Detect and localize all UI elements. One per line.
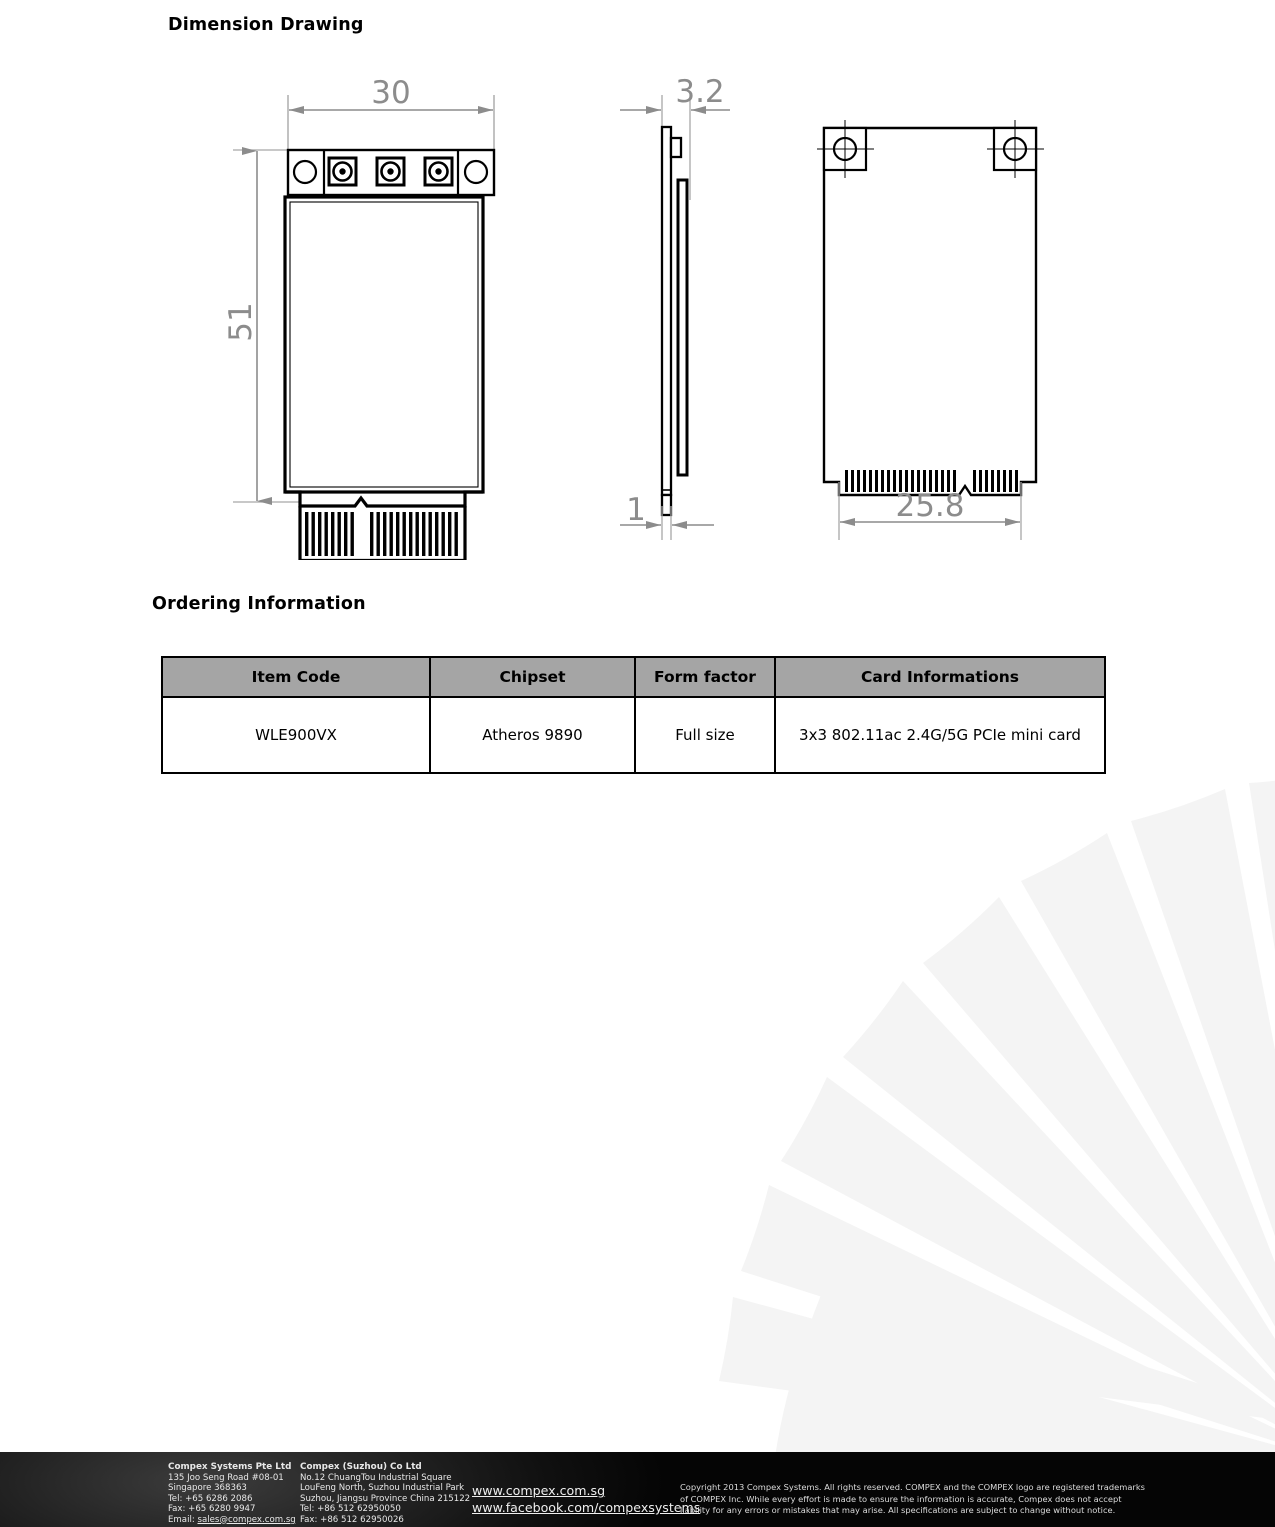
pcb-body-front xyxy=(283,195,485,494)
dimension-label-thickness-3-2: 3.2 xyxy=(675,74,724,110)
page-title-ordering-information: Ordering Information xyxy=(152,593,366,614)
footer-copyright: Copyright 2013 Compex Systems. All right… xyxy=(680,1482,1145,1517)
ufl-connector-2 xyxy=(375,156,406,187)
sg-email-label: Email: xyxy=(168,1514,198,1525)
column-header-form-factor: Form factor xyxy=(634,656,776,698)
link-facebook[interactable]: www.facebook.com/compexsystems xyxy=(472,1499,700,1516)
copyright-line-2: of COMPEX Inc. While every effort is mad… xyxy=(680,1493,1122,1504)
cn-address-line-2: LouFeng North, Suzhou Industrial Park xyxy=(300,1483,465,1494)
side-shield-can xyxy=(676,178,689,477)
cell-form-factor: Full size xyxy=(634,696,776,774)
sg-address-line-1: 135 Joo Seng Road #08-01 xyxy=(168,1472,284,1483)
ufl-connector-3 xyxy=(423,156,454,187)
footer-address-suzhou: Compex (Suzhou) Co Ltd No.12 ChuangTou I… xyxy=(300,1462,470,1525)
side-pcb-edge xyxy=(660,125,673,497)
copyright-line-1: Copyright 2013 Compex Systems. All right… xyxy=(680,1482,1145,1492)
side-connector-bump xyxy=(669,136,683,159)
cell-item-code: WLE900VX xyxy=(161,696,431,774)
ufl-connector-1 xyxy=(327,156,358,187)
table-header-row: Item Code Chipset Form factor Card Infor… xyxy=(161,656,1106,698)
page-footer: Compex Systems Pte Ltd 135 Joo Seng Road… xyxy=(0,1452,1275,1527)
front-view: 30 51 xyxy=(223,75,496,560)
sg-email-row: Email: sales@compex.com.sg xyxy=(168,1515,296,1525)
edge-connector-pins-right xyxy=(370,512,458,556)
dimension-label-width-25-8: 25.8 xyxy=(895,488,964,524)
sg-fax: Fax: +65 6280 9947 xyxy=(168,1504,256,1515)
dimension-drawing: 30 51 3.2 1 25.8 xyxy=(223,74,1044,560)
page-title-dimension-drawing: Dimension Drawing xyxy=(168,14,364,35)
column-header-chipset: Chipset xyxy=(429,656,636,698)
cell-chipset: Atheros 9890 xyxy=(429,696,636,774)
mounting-hole-back-right xyxy=(987,120,1044,178)
company-name-sg: Compex Systems Pte Ltd xyxy=(168,1462,292,1472)
pcb-body-back xyxy=(822,126,1038,497)
cell-card-informations: 3x3 802.11ac 2.4G/5G PCIe mini card xyxy=(774,696,1106,774)
sg-address-line-2: Singapore 368363 xyxy=(168,1483,247,1494)
cn-address-line-1: No.12 ChuangTou Industrial Square xyxy=(300,1472,452,1483)
edge-connector-pins-left xyxy=(305,512,354,556)
cn-fax: Fax: +86 512 62950026 xyxy=(300,1514,404,1525)
footer-links: www.compex.com.sg www.facebook.com/compe… xyxy=(472,1482,700,1516)
table-row: WLE900VX Atheros 9890 Full size 3x3 802.… xyxy=(161,696,1106,774)
mounting-hole-right xyxy=(463,159,489,185)
column-header-item-code: Item Code xyxy=(161,656,431,698)
footer-address-singapore: Compex Systems Pte Ltd 135 Joo Seng Road… xyxy=(168,1462,296,1525)
dimension-label-height-51: 51 xyxy=(223,302,259,341)
link-website[interactable]: www.compex.com.sg xyxy=(472,1482,700,1499)
side-view: 3.2 1 xyxy=(620,74,730,540)
mounting-hole-back-left xyxy=(817,120,874,178)
cn-address-line-3: Suzhou, Jiangsu Province China 215122 xyxy=(300,1493,471,1504)
watermark-sunburst xyxy=(719,780,1275,1457)
mounting-hole-left xyxy=(292,159,318,185)
ordering-information-table: Item Code Chipset Form factor Card Infor… xyxy=(161,656,1106,774)
copyright-line-3: liability for any errors or mistakes tha… xyxy=(680,1505,1116,1515)
column-header-card-informations: Card Informations xyxy=(774,656,1106,698)
sg-email-link[interactable]: sales@compex.com.sg xyxy=(197,1515,295,1525)
sg-tel: Tel: +65 6286 2086 xyxy=(168,1493,253,1504)
back-view: 25.8 xyxy=(817,120,1044,540)
dimension-label-width-30: 30 xyxy=(371,75,410,111)
dimension-label-pcb-1: 1 xyxy=(626,492,646,528)
cn-tel: Tel: +86 512 62950050 xyxy=(300,1504,401,1515)
company-name-cn: Compex (Suzhou) Co Ltd xyxy=(300,1462,422,1472)
